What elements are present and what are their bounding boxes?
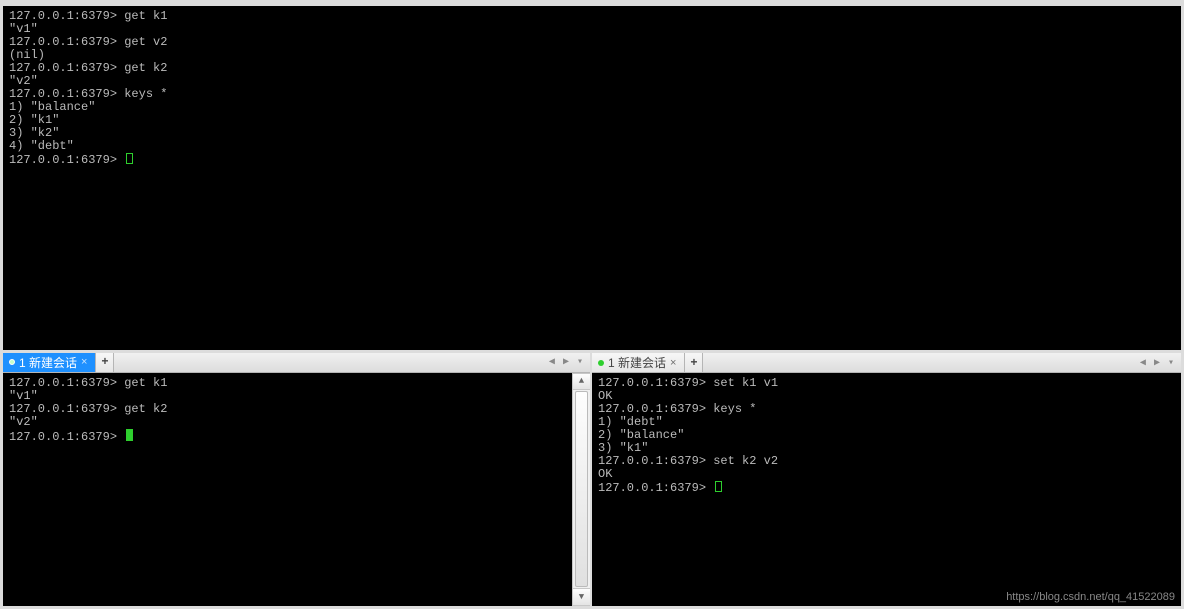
right-terminal-pane: 1 新建会话 × + ◀ ▶ ▾ 127.0.0.1:6379> set k1 … <box>592 353 1184 609</box>
tab-next-button[interactable]: ▶ <box>560 356 572 368</box>
tab-session-1-right[interactable]: 1 新建会话 × <box>592 353 685 372</box>
right-terminal-area[interactable]: 127.0.0.1:6379> set k1 v1 OK 127.0.0.1:6… <box>592 373 1181 606</box>
tab-nav-left: ◀ ▶ ▾ <box>546 353 590 372</box>
add-tab-button-right[interactable]: + <box>685 353 703 372</box>
tab-label: 1 新建会话 <box>19 354 77 371</box>
plus-icon: + <box>690 356 697 370</box>
close-icon[interactable]: × <box>81 356 87 368</box>
tab-menu-button[interactable]: ▾ <box>574 356 586 368</box>
app-root: 127.0.0.1:6379> get k1 "v1" 127.0.0.1:63… <box>0 0 1184 609</box>
connection-status-icon <box>598 360 604 366</box>
scroll-down-button[interactable]: ▼ <box>573 588 590 606</box>
tab-prev-button[interactable]: ◀ <box>546 356 558 368</box>
left-terminal-area[interactable]: 127.0.0.1:6379> get k1 "v1" 127.0.0.1:63… <box>3 373 590 606</box>
top-terminal-pane[interactable]: 127.0.0.1:6379> get k1 "v1" 127.0.0.1:63… <box>0 0 1184 353</box>
chevron-up-icon: ▲ <box>579 376 584 386</box>
bottom-split: 1 新建会话 × + ◀ ▶ ▾ 127.0.0.1:6379> get k1 … <box>0 353 1184 609</box>
close-icon[interactable]: × <box>670 357 676 369</box>
top-terminal-output: 127.0.0.1:6379> get k1 "v1" 127.0.0.1:63… <box>3 6 1181 171</box>
tab-menu-button[interactable]: ▾ <box>1165 357 1177 369</box>
scroll-up-button[interactable]: ▲ <box>573 373 590 391</box>
add-tab-button-left[interactable]: + <box>96 353 114 372</box>
tab-prev-button[interactable]: ◀ <box>1137 357 1149 369</box>
tab-label: 1 新建会话 <box>608 354 666 371</box>
left-terminal-pane: 1 新建会话 × + ◀ ▶ ▾ 127.0.0.1:6379> get k1 … <box>0 353 592 609</box>
right-tabstrip: 1 新建会话 × + ◀ ▶ ▾ <box>592 353 1181 373</box>
chevron-down-icon: ▼ <box>579 592 584 602</box>
right-terminal-output: 127.0.0.1:6379> set k1 v1 OK 127.0.0.1:6… <box>592 373 1181 606</box>
tab-nav-right: ◀ ▶ ▾ <box>1137 353 1181 372</box>
plus-icon: + <box>101 355 108 369</box>
tab-session-1-left[interactable]: 1 新建会话 × <box>3 353 96 372</box>
connection-status-icon <box>9 359 15 365</box>
scrollbar-thumb[interactable] <box>575 391 588 587</box>
left-terminal-output: 127.0.0.1:6379> get k1 "v1" 127.0.0.1:63… <box>3 373 572 606</box>
vertical-scrollbar[interactable]: ▲ ▼ <box>572 373 590 606</box>
tab-next-button[interactable]: ▶ <box>1151 357 1163 369</box>
left-tabstrip: 1 新建会话 × + ◀ ▶ ▾ <box>3 353 590 373</box>
